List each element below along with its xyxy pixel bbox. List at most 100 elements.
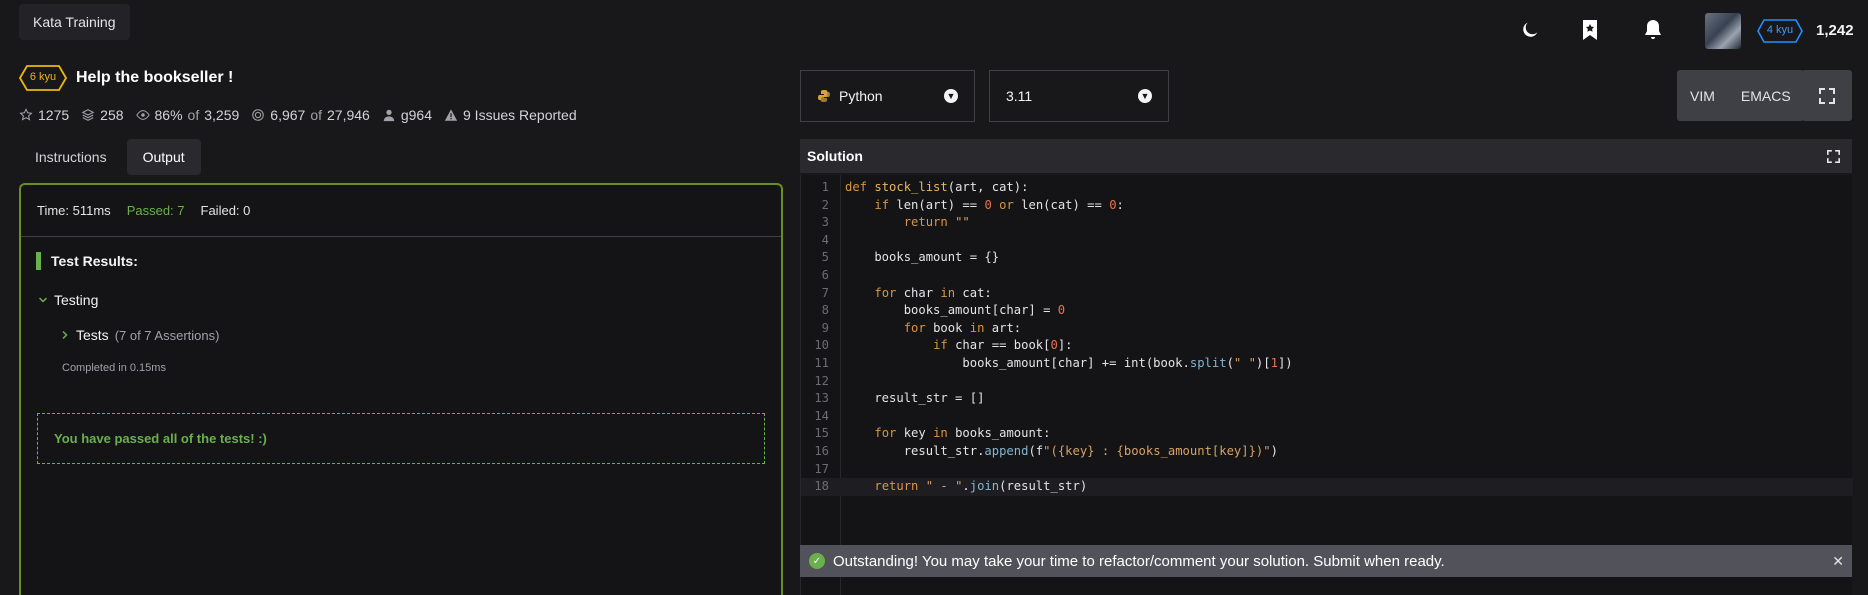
editor-mode-group: VIM EMACS [1677,70,1804,121]
code-editor[interactable]: 1 def stock_list(art, cat): 2 if len(art) … [800,175,1853,595]
code-line[interactable]: 18 return " - ".join(result_str) [801,478,1853,496]
honor-count[interactable]: 1,242 [1816,22,1854,39]
author-stat[interactable]: g964 [382,107,432,123]
issues-stat[interactable]: 9 Issues Reported [444,107,577,123]
chevron-down-icon: ▼ [944,89,958,103]
app-title[interactable]: Kata Training [19,4,130,40]
code-text: return "" [903,215,970,230]
code-line[interactable]: 8 books_amount[char] = 0 [801,302,1853,320]
test-results-heading: Test Results: [36,252,138,270]
user-icon [383,109,395,122]
avatar[interactable] [1705,13,1741,49]
code-text: books_amount = {} [845,250,1000,265]
star-icon [19,108,33,121]
output-panel: Time: 511ms Passed: 7 Failed: 0 [19,183,783,595]
panel-tabs: Instructions Output [19,139,201,175]
code-line[interactable]: 1 def stock_list(art, cat): [801,179,1853,197]
python-icon [818,90,830,102]
close-icon[interactable]: ✕ [1832,553,1844,570]
chevron-down-icon [38,297,48,303]
testing-label: Testing [54,292,99,308]
language-select[interactable]: Python ▼ [800,70,975,122]
code-text: result_str = [] [845,391,985,406]
stars-count: 1275 [38,107,70,123]
chevron-right-icon [62,330,68,340]
code-line[interactable]: 16 result_str.append(f"({key} : {books_a… [801,443,1853,461]
expand-icon[interactable] [1827,149,1840,163]
pass-message: You have passed all of the tests! :) [37,413,765,464]
check-circle-icon: ✓ [809,553,825,569]
code-line[interactable]: 9 for book in art: [801,320,1853,338]
line-number: 7 [821,285,829,300]
bell-icon[interactable] [1640,17,1666,43]
expand-icon [1819,87,1835,104]
line-number: 4 [821,232,829,247]
moon-icon[interactable] [1517,17,1543,43]
code-line[interactable]: 17 [801,461,1853,479]
code-line[interactable]: 3 return "" [801,214,1853,232]
collections-stat[interactable]: 258 [81,107,124,123]
target-icon [252,109,265,121]
tab-output[interactable]: Output [126,139,201,175]
kata-stats: 1275 258 86% of 3,259 6,967 of 27,946 g9… [19,107,577,123]
code-line[interactable]: 11 books_amount[char] += int(book.split(… [801,355,1853,373]
line-number: 17 [814,461,829,476]
stars-stat[interactable]: 1275 [19,107,69,123]
code-text: for key in books_amount: [874,426,1051,441]
version-select[interactable]: 3.11 ▼ [989,70,1169,122]
code-text: books_amount[char] += int(book.split(" "… [845,356,1293,370]
user-rank-badge[interactable]: 4 kyu [1757,19,1803,43]
testing-group[interactable]: Testing [38,292,98,308]
satisfaction-stat: 86% of 3,259 [135,107,240,123]
vim-mode-button[interactable]: VIM [1677,70,1728,121]
success-notification: ✓ Outstanding! You may take your time to… [800,545,1852,577]
bookmark-icon[interactable] [1577,17,1603,43]
line-number: 3 [821,215,829,230]
line-number: 2 [821,197,829,212]
tests-label: Tests [76,327,109,343]
kata-title: Help the bookseller ! [76,69,234,86]
tab-instructions[interactable]: Instructions [19,139,123,175]
author-name: g964 [400,107,432,123]
line-number: 16 [814,444,829,458]
code-text: def stock_list(art, cat): [845,180,1029,194]
line-number: 6 [821,268,829,282]
results-title: Test Results: [51,253,138,269]
version-label: 3.11 [1006,88,1033,104]
code-line[interactable]: 6 [801,267,1853,285]
line-number: 15 [814,426,829,441]
line-number: 9 [821,320,829,335]
code-text: return " - ".join(result_str) [874,479,1088,494]
code-line[interactable]: 10 if char == book[0]: [801,337,1853,355]
line-number: 1 [821,180,829,194]
code-text: if char == book[0]: [933,338,1073,353]
code-line[interactable]: 14 [801,408,1853,426]
code-line[interactable]: 2 if len(art) == 0 or len(cat) == 0: [801,197,1853,215]
satisfaction-total: 3,259 [204,107,240,123]
solution-title: Solution [807,148,863,164]
code-line[interactable]: 4 [801,232,1853,250]
satisfaction-pct: 86% [154,107,183,123]
code-text: if len(art) == 0 or len(cat) == 0: [874,197,1124,212]
collections-count: 258 [100,107,124,123]
completed-total: 27,946 [327,107,370,123]
issues-label: 9 Issues Reported [463,107,577,123]
fullscreen-button[interactable] [1802,70,1852,121]
completed-time: Completed in 0.15ms [62,362,166,374]
code-line[interactable]: 15 for key in books_amount: [801,425,1853,443]
solution-header: Solution [800,139,1852,173]
code-line[interactable]: 12 [801,373,1853,391]
failed-label: Failed: 0 [200,203,251,218]
passed-label: Passed: 7 [126,203,185,218]
completed-stat: 6,967 of 27,946 [251,107,370,123]
code-line[interactable]: 13 result_str = [] [801,390,1853,408]
emacs-mode-button[interactable]: EMACS [1728,70,1804,121]
code-line[interactable]: 5 books_amount = {} [801,249,1853,267]
line-number: 12 [814,373,829,388]
tests-group[interactable]: Tests (7 of 7 Assertions) [60,327,219,343]
line-number: 8 [821,303,829,318]
code-text: for book in art: [903,320,1022,335]
eye-icon [135,110,150,120]
language-label: Python [839,88,883,104]
code-line[interactable]: 7 for char in cat: [801,285,1853,303]
